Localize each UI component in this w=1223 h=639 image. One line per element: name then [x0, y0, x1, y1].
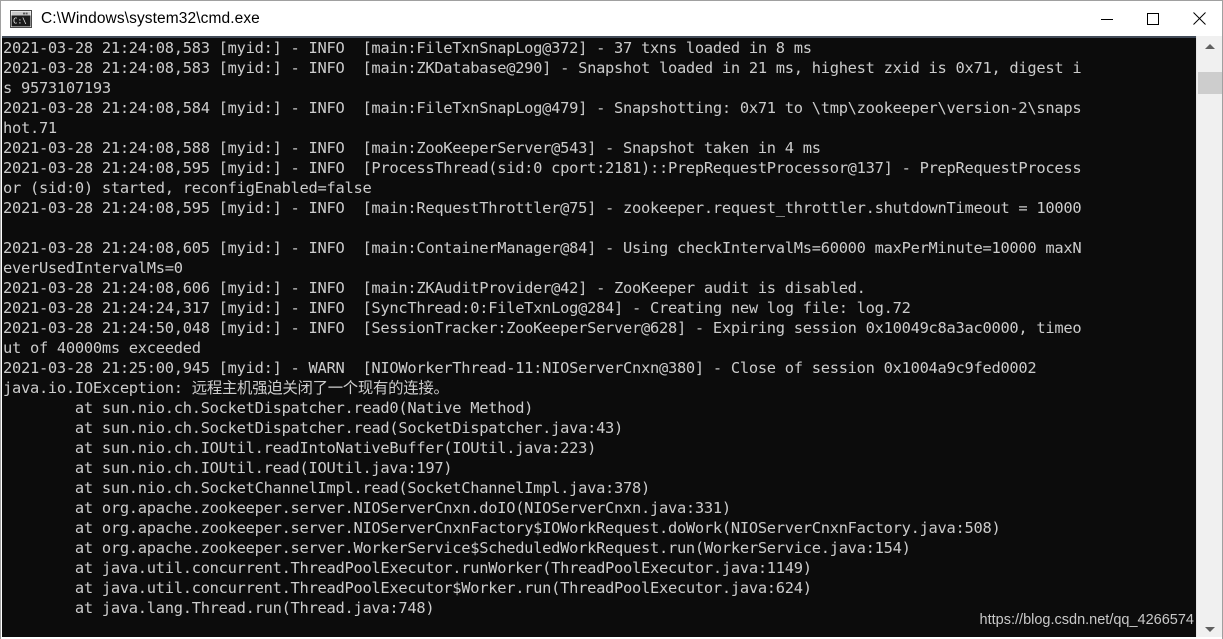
cmd-window: C:\ C:\Windows\system32\cmd.exe 2021-03-… — [0, 0, 1223, 639]
svg-text:C:\: C:\ — [13, 16, 27, 25]
console-output-region[interactable]: 2021-03-28 21:24:08,583 [myid:] - INFO [… — [2, 38, 1196, 639]
maximize-button[interactable] — [1130, 2, 1176, 36]
console-client-area[interactable]: 2021-03-28 21:24:08,583 [myid:] - INFO [… — [2, 36, 1222, 639]
cmd-console-icon: C:\ — [10, 9, 32, 28]
scrollbar-down-button[interactable] — [1197, 619, 1222, 639]
scrollbar-up-button[interactable] — [1197, 36, 1222, 57]
scrollbar-thumb[interactable] — [1198, 72, 1222, 94]
close-button[interactable] — [1176, 2, 1222, 36]
close-icon — [1192, 12, 1206, 25]
console-log-text: 2021-03-28 21:24:08,583 [myid:] - INFO [… — [3, 39, 1082, 618]
chevron-up-icon — [1204, 44, 1215, 49]
minimize-icon — [1101, 18, 1113, 20]
chevron-down-icon — [1204, 627, 1215, 632]
minimize-button[interactable] — [1084, 2, 1130, 36]
title-bar[interactable]: C:\ C:\Windows\system32\cmd.exe — [1, 1, 1222, 36]
window-title: C:\Windows\system32\cmd.exe — [41, 9, 260, 27]
maximize-icon — [1147, 12, 1159, 25]
vertical-scrollbar[interactable] — [1196, 36, 1222, 639]
